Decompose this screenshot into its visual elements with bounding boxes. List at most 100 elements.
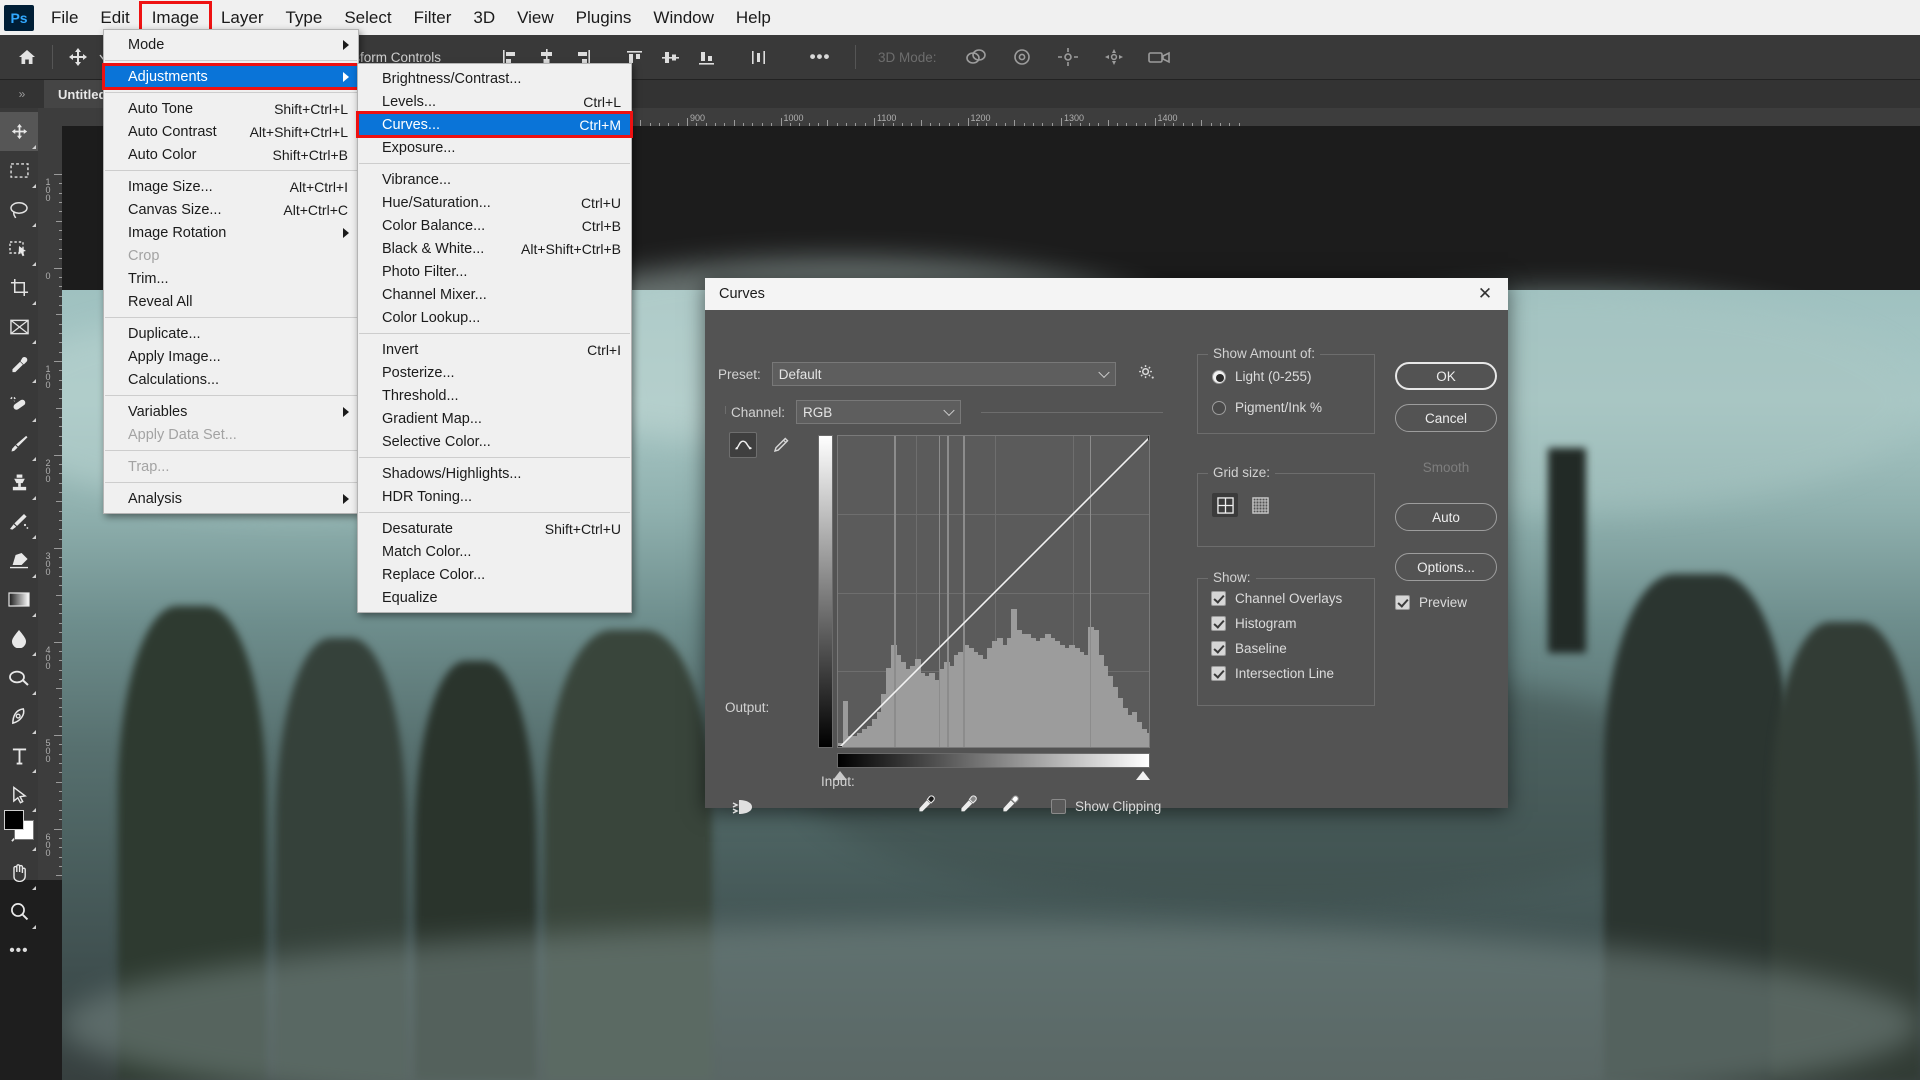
menubar-item-layer[interactable]: Layer [210,3,275,33]
show-amount-option-pigment-ink[interactable]: Pigment/Ink % [1212,400,1374,415]
tool-hand[interactable] [0,853,38,892]
adjustments-item-equalize[interactable]: Equalize [358,586,631,609]
adjustments-submenu[interactable]: Brightness/Contrast... Levels... Ctrl+L Cur… [356,63,633,613]
image-menu-item-reveal-all[interactable]: Reveal All [104,290,358,313]
3d-slide-icon[interactable] [1097,40,1131,74]
show-clipping-row[interactable]: Show Clipping [1051,799,1161,814]
ok-button[interactable]: OK [1395,362,1497,390]
channel-select[interactable]: RGB [796,400,962,424]
menubar-item-edit[interactable]: Edit [89,3,140,33]
menubar-item-3d[interactable]: 3D [462,3,506,33]
image-menu-item-trim[interactable]: Trim... [104,267,358,290]
checkbox[interactable] [1211,641,1226,656]
foreground-background-color[interactable] [4,810,34,840]
curve-control-point[interactable] [838,745,842,747]
3d-orbit-icon[interactable] [959,40,993,74]
white-point-eyedropper-icon[interactable] [1001,795,1021,818]
tool-pen[interactable] [0,697,38,736]
tool-blur[interactable] [0,619,38,658]
radio-button[interactable] [1212,369,1226,384]
image-menu-item-auto-color[interactable]: Auto Color Shift+Ctrl+B [104,143,358,166]
home-icon[interactable] [10,40,44,74]
image-menu-item-calculations[interactable]: Calculations... [104,368,358,391]
tool-clone-stamp[interactable] [0,463,38,502]
curves-dialog-titlebar[interactable]: Curves ✕ [705,278,1508,310]
tool-lasso[interactable] [0,190,38,229]
tool-path-selection[interactable] [0,775,38,814]
image-menu-item-image-size[interactable]: Image Size... Alt+Ctrl+I [104,175,358,198]
gray-point-eyedropper-icon[interactable] [959,795,979,818]
adjustments-item-channel-mixer[interactable]: Channel Mixer... [358,283,631,306]
checkbox[interactable] [1211,666,1226,681]
tool-zoom[interactable] [0,892,38,931]
tool-eyedropper[interactable] [0,346,38,385]
tool-crop[interactable] [0,268,38,307]
preset-options-gear-icon[interactable] [1138,364,1155,384]
tool-move[interactable] [0,112,38,151]
3d-pan-icon[interactable] [1051,40,1085,74]
adjustments-item-invert[interactable]: Invert Ctrl+I [358,338,631,361]
preview-row[interactable]: Preview [1395,595,1467,610]
tool-brush[interactable] [0,424,38,463]
image-menu-item-auto-tone[interactable]: Auto Tone Shift+Ctrl+L [104,97,358,120]
image-menu-item-auto-contrast[interactable]: Auto Contrast Alt+Shift+Ctrl+L [104,120,358,143]
menubar-item-select[interactable]: Select [333,3,402,33]
menubar-item-filter[interactable]: Filter [403,3,463,33]
menubar-item-plugins[interactable]: Plugins [565,3,643,33]
more-options-icon[interactable]: ••• [803,40,837,74]
curves-graph[interactable] [837,435,1150,748]
show-clipping-checkbox[interactable] [1051,799,1066,814]
tool-spot-healing-brush[interactable] [0,385,38,424]
menubar-item-type[interactable]: Type [274,3,333,33]
image-menu-item-image-rotation[interactable]: Image Rotation [104,221,358,244]
tool-rectangular-marquee[interactable] [0,151,38,190]
menubar-item-window[interactable]: Window [642,3,724,33]
auto-button[interactable]: Auto [1395,503,1497,531]
image-menu-item-mode[interactable]: Mode [104,33,358,56]
close-icon[interactable]: ✕ [1472,281,1498,307]
grid-size-tenth-button[interactable] [1247,493,1273,517]
image-menu-item-analysis[interactable]: Analysis [104,487,358,510]
adjustments-item-color-balance[interactable]: Color Balance... Ctrl+B [358,214,631,237]
preview-checkbox[interactable] [1395,595,1410,610]
tool-edit-toolbar[interactable]: ••• [0,931,38,970]
curve-control-point[interactable] [1147,436,1149,440]
grid-size-quarter-button[interactable] [1212,493,1238,517]
cancel-button[interactable]: Cancel [1395,404,1497,432]
show-option-intersection-line[interactable]: Intersection Line [1211,666,1374,681]
radio-button[interactable] [1212,400,1226,415]
3d-camera-icon[interactable] [1143,40,1177,74]
adjustments-item-vibrance[interactable]: Vibrance... [358,168,631,191]
adjustments-item-black-white[interactable]: Black & White... Alt+Shift+Ctrl+B [358,237,631,260]
adjustments-item-color-lookup[interactable]: Color Lookup... [358,306,631,329]
foreground-color-swatch[interactable] [4,810,24,830]
adjustments-item-posterize[interactable]: Posterize... [358,361,631,384]
adjustments-item-photo-filter[interactable]: Photo Filter... [358,260,631,283]
checkbox[interactable] [1211,616,1226,631]
adjustments-item-exposure[interactable]: Exposure... [358,136,631,159]
adjustments-item-desaturate[interactable]: Desaturate Shift+Ctrl+U [358,517,631,540]
preset-select[interactable]: Default [771,362,1116,386]
adjustments-item-brightness-contrast[interactable]: Brightness/Contrast... [358,67,631,90]
tool-history-brush[interactable] [0,502,38,541]
move-tool-icon[interactable] [61,40,95,74]
tool-type[interactable] [0,736,38,775]
tone-curve[interactable] [838,436,1150,748]
adjustments-item-curves[interactable]: Curves... Ctrl+M [356,111,633,138]
edit-curve-points-tool[interactable] [729,432,757,458]
align-vertical-centers-icon[interactable] [653,40,687,74]
align-bottom-edges-icon[interactable] [689,40,723,74]
adjustments-item-gradient-map[interactable]: Gradient Map... [358,407,631,430]
curve-display-options-icon[interactable] [731,797,757,820]
show-option-histogram[interactable]: Histogram [1211,616,1374,631]
image-menu-item-canvas-size[interactable]: Canvas Size... Alt+Ctrl+C [104,198,358,221]
adjustments-item-threshold[interactable]: Threshold... [358,384,631,407]
curves-dialog[interactable]: Curves ✕ Preset: Default Channel: RGB Ou… [705,278,1508,814]
tool-object-selection[interactable] [0,229,38,268]
menubar-item-image[interactable]: Image [138,0,212,35]
tool-eraser[interactable] [0,541,38,580]
menubar-item-view[interactable]: View [506,3,565,33]
show-option-baseline[interactable]: Baseline [1211,641,1374,656]
adjustments-item-hdr-toning[interactable]: HDR Toning... [358,485,631,508]
expand-panels-icon[interactable]: » [0,80,44,108]
